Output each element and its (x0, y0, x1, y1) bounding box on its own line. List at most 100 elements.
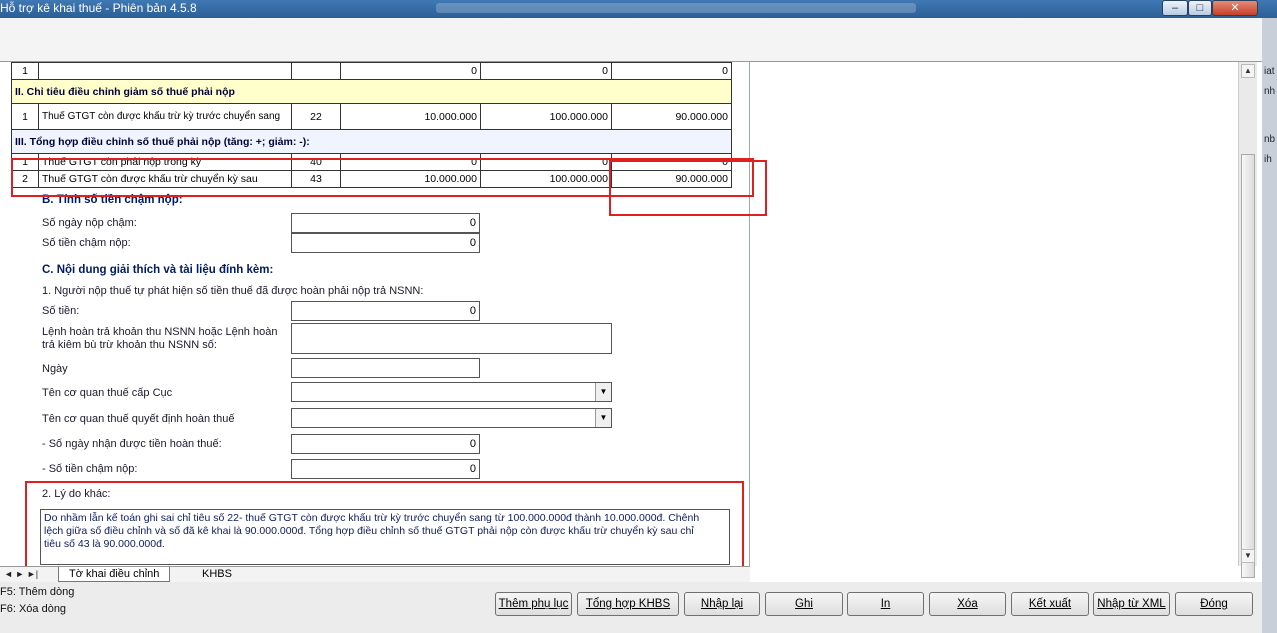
section-c-item-2: 2. Lý do khác: (42, 488, 111, 500)
late-amount-label: Số tiền chậm nộp: (42, 237, 131, 249)
maximize-button[interactable]: □ (1188, 0, 1212, 16)
strip-text: nb (1264, 134, 1276, 145)
row-value[interactable]: 10.000.000 (340, 103, 481, 130)
row-value[interactable]: 0 (480, 62, 612, 80)
button-label: In (880, 598, 891, 610)
late-days-label: Số ngày nộp chậm: (42, 217, 137, 229)
row-value[interactable]: 0 (480, 153, 612, 171)
hint-f5: F5: Thêm dòng (0, 586, 75, 598)
other-reason-textarea[interactable]: Do nhầm lẫn kế toán ghi sai chỉ tiêu số … (40, 509, 730, 565)
reset-button[interactable]: Nhập lại (684, 592, 760, 616)
strip-text: iat (1264, 66, 1275, 77)
table-row: 1 Thuế GTGT còn được khấu trừ kỳ trước c… (11, 103, 732, 130)
amount-field[interactable]: 0 (291, 301, 480, 321)
row-name: Thuế GTGT còn được khấu trừ kỳ trước chu… (38, 103, 292, 130)
row-value[interactable]: 10.000.000 (340, 170, 481, 188)
row-code: 40 (291, 153, 341, 171)
background-window-strip: iat nh nb ih (1262, 18, 1277, 633)
amount-label: Số tiền: (42, 305, 80, 317)
section-2-title: II. Chỉ tiêu điều chỉnh giảm số thuế phả… (11, 79, 732, 104)
row-name: Thuế GTGT còn phải nộp trong kỳ (38, 153, 292, 171)
row-stt: 1 (11, 153, 39, 171)
row-code (291, 62, 341, 80)
summary-khbs-button[interactable]: Tổng hợp KHBS (577, 592, 679, 616)
print-button[interactable]: In (847, 592, 924, 616)
late-days-field[interactable]: 0 (291, 213, 480, 233)
section-3-title: III. Tổng hợp điều chỉnh số thuế phải nộ… (11, 129, 732, 154)
refund-late-amount-label: - Số tiền chậm nộp: (42, 463, 138, 475)
tab-to-khai-dieu-chinh[interactable]: Tờ khai điều chỉnh (58, 567, 171, 582)
row-value: 90.000.000 (611, 170, 732, 188)
tab-khbs[interactable]: KHBS (192, 567, 242, 582)
row-code: 22 (291, 103, 341, 130)
row-name (38, 62, 292, 80)
title-bar: Hỗ trợ kê khai thuế - Phiên bản 4.5.8 – … (0, 0, 1277, 18)
row-stt: 1 (11, 62, 39, 80)
scroll-up-arrow-icon[interactable]: ▲ (1241, 64, 1255, 78)
date-label: Ngày (42, 363, 68, 375)
tax-dept-select[interactable]: ▼ (291, 382, 612, 402)
section-header-row: II. Chỉ tiêu điều chỉnh giảm số thuế phả… (11, 79, 732, 104)
hint-f6: F6: Xóa dòng (0, 603, 67, 615)
button-label: Xóa (957, 598, 978, 610)
reason-text-line: lệch giữa số điều chỉnh và số đã kê khai… (44, 525, 694, 537)
import-xml-button[interactable]: Nhập từ XML (1093, 592, 1170, 616)
row-value[interactable]: 0 (340, 62, 481, 80)
order-label-line-2: trả kiêm bù trừ khoản thu NSNN số: (42, 339, 217, 351)
adjustment-table: 1 0 0 0 II. Chỉ tiêu điều chỉnh giảm số … (11, 62, 732, 188)
order-label-line-1: Lệnh hoàn trả khoản thu NSNN hoặc Lệnh h… (42, 326, 278, 338)
late-amount-field[interactable]: 0 (291, 233, 480, 253)
chevron-down-icon[interactable]: ▼ (595, 409, 611, 427)
export-button[interactable]: Kết xuất (1011, 592, 1089, 616)
row-value: 0 (611, 62, 732, 80)
reason-text-line: tiêu số 43 là 90.000.000đ. (44, 538, 165, 550)
chevron-down-icon[interactable]: ▼ (595, 383, 611, 401)
row-value[interactable]: 0 (340, 153, 481, 171)
refund-late-amount-field[interactable]: 0 (291, 459, 480, 479)
window-title: Hỗ trợ kê khai thuế - Phiên bản 4.5.8 (0, 1, 197, 15)
section-c-title: C. Nội dung giải thích và tài liệu đính … (42, 264, 274, 276)
close-button[interactable]: ✕ (1212, 0, 1258, 16)
row-value: 0 (611, 153, 732, 171)
date-field[interactable] (291, 358, 480, 378)
save-button[interactable]: Ghi (765, 592, 843, 616)
row-name: Thuế GTGT còn được khấu trừ chuyển kỳ sa… (38, 170, 292, 188)
table-row: 1 Thuế GTGT còn phải nộp trong kỳ 40 0 0… (11, 153, 732, 171)
toolbar-area (0, 18, 1262, 62)
button-label: Nhập lại (700, 598, 744, 610)
order-number-field[interactable] (291, 323, 612, 354)
row-value[interactable]: 100.000.000 (480, 103, 612, 130)
title-bar-caption-blur (436, 3, 916, 13)
refund-days-field[interactable]: 0 (291, 434, 480, 454)
table-row: 1 0 0 0 (11, 62, 732, 80)
scroll-thumb[interactable] (1241, 154, 1255, 578)
tax-dept-label: Tên cơ quan thuế cấp Cục (42, 387, 173, 399)
button-label: Thêm phụ lục (498, 598, 569, 610)
row-value[interactable]: 100.000.000 (480, 170, 612, 188)
section-c-item-1: 1. Người nộp thuế tự phát hiện số tiền t… (42, 285, 424, 297)
right-panel (750, 62, 1238, 566)
button-label: Tổng hợp KHBS (585, 598, 671, 610)
row-code: 43 (291, 170, 341, 188)
strip-text: nh (1264, 86, 1276, 97)
close-form-button[interactable]: Đóng (1175, 592, 1253, 616)
button-label: Đóng (1200, 598, 1228, 610)
button-label: Kết xuất (1028, 598, 1072, 610)
button-label: Nhập từ XML (1097, 598, 1166, 610)
row-value: 90.000.000 (611, 103, 732, 130)
decision-dept-label: Tên cơ quan thuế quyết định hoàn thuế (42, 413, 235, 425)
minimize-button[interactable]: – (1162, 0, 1188, 16)
section-header-row: III. Tổng hợp điều chỉnh số thuế phải nộ… (11, 129, 732, 154)
row-stt: 1 (11, 103, 39, 130)
sheet-tab-bar: ◄ ► ►| Tờ khai điều chỉnh KHBS (0, 566, 750, 582)
tab-nav-arrows-icon[interactable]: ◄ ► ►| (4, 569, 38, 579)
reason-text-line: Do nhầm lẫn kế toán ghi sai chỉ tiêu số … (44, 512, 700, 524)
delete-button[interactable]: Xóa (929, 592, 1006, 616)
decision-dept-select[interactable]: ▼ (291, 408, 612, 428)
vertical-scrollbar[interactable]: ▲ ▼ (1238, 62, 1257, 578)
add-appendix-button[interactable]: Thêm phụ lục (495, 592, 572, 616)
refund-days-label: - Số ngày nhận được tiền hoàn thuế: (42, 438, 222, 450)
button-label: Ghi (795, 598, 813, 610)
scroll-down-arrow-icon[interactable]: ▼ (1241, 549, 1255, 563)
table-row: 2 Thuế GTGT còn được khấu trừ chuyển kỳ … (11, 170, 732, 188)
